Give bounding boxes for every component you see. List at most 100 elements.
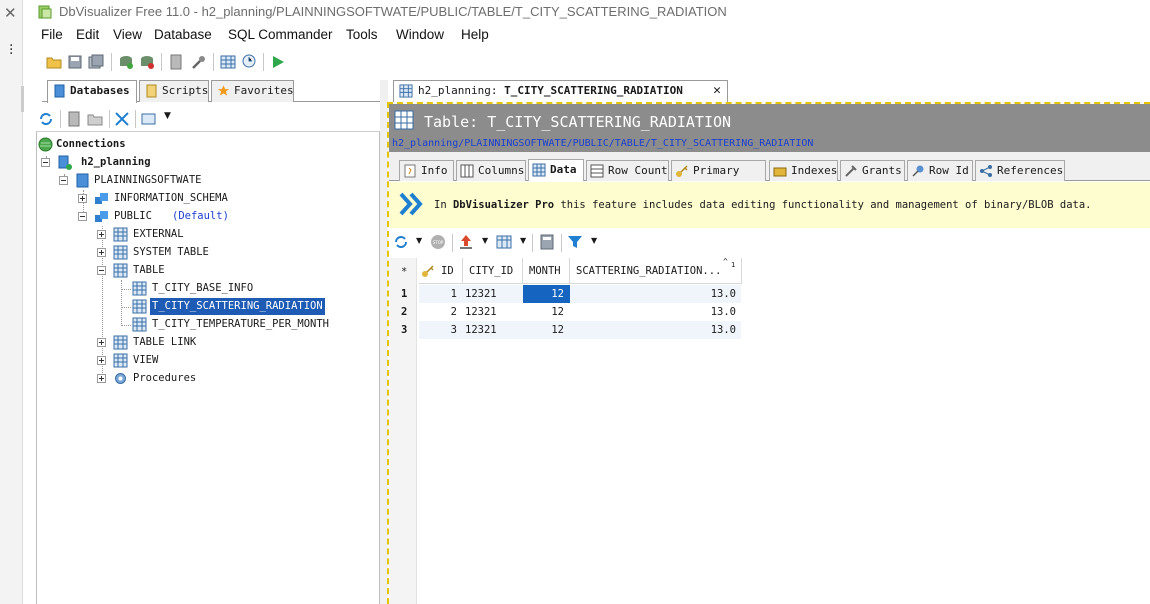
tree-schema-public[interactable]: PUBLIC (Default) [37,208,377,225]
connect-icon[interactable] [118,54,134,70]
calculator-icon[interactable] [539,234,555,250]
editor-tab[interactable]: h2_planning: T_CITY_SCATTERING_RADIATION… [393,80,728,102]
tab-favorites[interactable]: Favorites [211,80,294,102]
expand-toggle[interactable] [97,248,106,257]
collapse-all-icon[interactable] [114,111,130,127]
column-header-city-id[interactable]: CITY_ID [463,258,523,284]
key-icon [422,265,434,277]
menu-edit[interactable]: Edit [76,27,99,42]
expand-toggle[interactable] [97,356,106,365]
close-tab-icon[interactable]: ✕ [713,81,721,101]
refresh-icon[interactable] [38,111,54,127]
cell-city-id[interactable]: 12321 [463,321,523,339]
expand-toggle[interactable] [97,374,106,383]
chevron-down-icon[interactable]: ▼ [416,236,422,245]
column-header-id[interactable]: ID [419,258,463,284]
open-folder-icon[interactable] [46,54,62,70]
tree-folder-system-table[interactable]: SYSTEM TABLE [37,244,377,261]
tab-data[interactable]: Data [528,159,584,181]
row-number[interactable]: 2 [389,303,417,321]
chevron-down-icon[interactable]: ▼ [164,111,171,121]
save-all-icon[interactable] [88,54,104,70]
chevron-down-icon[interactable]: ▼ [520,236,526,245]
close-icon[interactable]: ✕ [4,4,17,22]
monitor-icon[interactable] [241,54,257,70]
tab-grants[interactable]: Grants [840,160,905,181]
cell-id[interactable]: 3 [419,321,463,339]
disconnect-icon[interactable] [139,54,155,70]
menu-database[interactable]: Database [154,27,212,42]
document-icon[interactable] [66,111,82,127]
filter-icon[interactable] [567,234,583,250]
collapse-toggle[interactable] [97,266,106,275]
cell-city-id[interactable]: 12321 [463,285,523,303]
tab-columns[interactable]: Columns [456,160,526,181]
expand-toggle[interactable] [97,338,106,347]
tree-connections[interactable]: Connections [37,136,377,153]
menu-file[interactable]: File [41,27,63,42]
collapse-toggle[interactable] [41,158,50,167]
menu-window[interactable]: Window [396,27,444,42]
chevron-down-icon[interactable]: ▼ [591,236,597,245]
menu-sql-commander[interactable]: SQL Commander [228,27,333,42]
tree-folder-table-link[interactable]: TABLE LINK [37,334,377,351]
row-number[interactable]: 3 [389,321,417,339]
left-panel-tabs: Databases Scripts Favorites [42,80,382,103]
cell-scattering-radiation[interactable]: 13.0 [570,303,742,321]
catalog-icon [76,173,89,188]
tab-row-count[interactable]: Row Count [586,160,669,181]
cell-id[interactable]: 2 [419,303,463,321]
index-icon [773,167,787,177]
collapse-toggle[interactable] [59,176,68,185]
tab-row-id[interactable]: Row Id [907,160,973,181]
tree-folder-view[interactable]: VIEW [37,352,377,369]
column-header-scattering-radiation[interactable]: SCATTERING_RADIATION... ^ 1 [570,257,742,284]
tools-icon[interactable] [191,54,207,70]
run-icon[interactable] [270,54,286,70]
chevron-down-icon[interactable]: ▼ [482,236,488,245]
expand-toggle[interactable] [97,230,106,239]
tab-primary-key[interactable]: Primary Key [671,160,766,196]
tab-info[interactable]: Info [399,160,454,181]
stop-icon[interactable]: STOP [430,234,446,250]
menu-tools[interactable]: Tools [346,27,378,42]
tree-catalog[interactable]: PLAINNINGSOFTWATE [37,172,377,189]
collapse-toggle[interactable] [78,212,87,221]
new-folder-icon[interactable] [87,111,103,127]
more-options-icon[interactable]: · · · [9,39,13,61]
script-icon [146,84,157,98]
row-number[interactable]: 1 [389,285,417,303]
cell-month[interactable]: 12 [523,321,570,339]
document-icon[interactable] [168,54,184,70]
cell-month-selected[interactable]: 12 [523,285,570,303]
menu-help[interactable]: Help [461,27,489,42]
grid-view-icon[interactable] [496,234,512,250]
tree-schema-information-schema[interactable]: INFORMATION_SCHEMA [37,190,377,207]
cell-scattering-radiation[interactable]: 13.0 [570,285,742,303]
tab-references[interactable]: References [975,160,1065,181]
export-icon[interactable] [458,234,474,250]
tree-folder-table[interactable]: TABLE [37,262,377,279]
tree-folder-procedures[interactable]: Procedures [37,370,377,387]
tree-folder-external[interactable]: EXTERNAL [37,226,377,243]
tab-databases[interactable]: Databases [47,80,137,103]
cell-id[interactable]: 1 [419,285,463,303]
column-header-month[interactable]: MONTH [523,258,570,284]
tab-scripts[interactable]: Scripts [139,80,209,102]
menu-view[interactable]: View [113,27,142,42]
refresh-icon[interactable] [393,234,409,250]
tree-table-item[interactable]: T_CITY_BASE_INFO [37,280,377,297]
tree-table-item-selected[interactable]: T_CITY_SCATTERING_RADIATION [37,297,377,316]
tree-table-item[interactable]: T_CITY_TEMPERATURE_PER_MONTH [37,316,377,333]
tree-connection-h2-planning[interactable]: h2_planning [37,154,377,171]
tab-indexes[interactable]: Indexes [769,160,838,181]
filter-view-icon[interactable] [141,111,157,127]
cell-scattering-radiation[interactable]: 13.0 [570,321,742,339]
table-grid-icon[interactable] [220,54,236,70]
cell-city-id[interactable]: 12321 [463,303,523,321]
expand-toggle[interactable] [78,194,87,203]
save-icon[interactable] [67,54,83,70]
grid-corner[interactable]: * [401,266,407,278]
sort-order: 1 [731,261,736,269]
cell-month[interactable]: 12 [523,303,570,321]
